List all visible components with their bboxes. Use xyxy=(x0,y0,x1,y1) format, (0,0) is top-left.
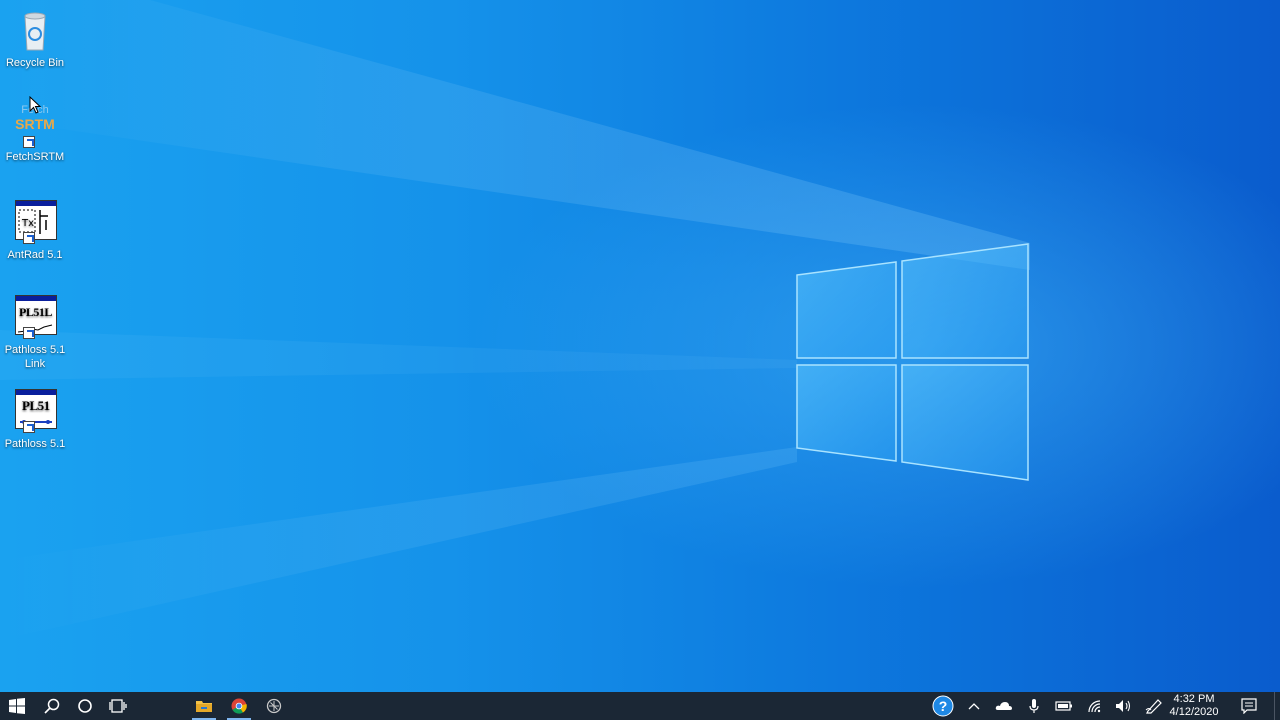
recycle-bin-label: Recycle Bin xyxy=(5,57,65,69)
desktop-icon-pathloss[interactable]: PL51 Pathloss 5.1 xyxy=(0,387,70,451)
windows-wallpaper xyxy=(0,0,1280,692)
shortcut-arrow-icon xyxy=(23,232,35,244)
pathloss-link-label: Pathloss 5.1 Link xyxy=(4,344,66,370)
chevron-up-icon[interactable] xyxy=(962,692,986,720)
svg-text:Tx: Tx xyxy=(21,218,34,229)
clock-time: 4:32 PM xyxy=(1173,693,1215,705)
pathloss-icon: PL51 xyxy=(11,387,59,435)
shortcut-arrow-icon xyxy=(23,136,35,148)
onedrive-icon[interactable] xyxy=(992,692,1016,720)
volume-icon[interactable] xyxy=(1112,692,1136,720)
desktop-background: Recycle Bin Fetch SRTM FetchSRTM Tx AntR… xyxy=(0,0,1280,692)
file-explorer-icon[interactable] xyxy=(188,692,220,720)
fetchsrtm-graphic-bottom: SRTM xyxy=(15,116,55,132)
clock-date: 4/12/2020 xyxy=(1169,706,1219,718)
pathloss-tile-text: PL51 xyxy=(22,398,50,413)
pathloss-link-icon: PL51L xyxy=(11,293,59,341)
windows-start-icon[interactable] xyxy=(0,692,34,720)
microphone-icon[interactable] xyxy=(1022,692,1046,720)
pathloss-link-tile-text: PL51L xyxy=(19,305,52,319)
desktop-icon-recycle-bin[interactable]: Recycle Bin xyxy=(0,6,70,70)
antrad-icon: Tx xyxy=(11,198,59,246)
cortana-icon[interactable] xyxy=(69,692,101,720)
shortcut-arrow-icon xyxy=(23,327,35,339)
antrad-label: AntRad 5.1 xyxy=(7,249,63,261)
desktop-icon-pathloss-link[interactable]: PL51L Pathloss 5.1 Link xyxy=(0,293,70,371)
search-icon[interactable] xyxy=(36,692,68,720)
action-center-icon[interactable] xyxy=(1236,692,1262,720)
pathloss-label: Pathloss 5.1 xyxy=(4,438,66,450)
recycle-bin-icon xyxy=(11,6,59,54)
svg-text:?: ? xyxy=(939,698,948,714)
help-icon[interactable]: ? xyxy=(930,692,956,720)
fetchsrtm-label: FetchSRTM xyxy=(5,151,65,163)
clock[interactable]: 4:32 PM 4/12/2020 xyxy=(1164,693,1224,719)
battery-icon[interactable] xyxy=(1052,692,1076,720)
mouse-cursor-icon xyxy=(29,96,42,114)
wifi-icon[interactable] xyxy=(1083,692,1107,720)
pen-icon[interactable] xyxy=(1142,692,1166,720)
app-icon[interactable] xyxy=(258,692,290,720)
shortcut-arrow-icon xyxy=(23,421,35,433)
desktop-icon-antrad[interactable]: Tx AntRad 5.1 xyxy=(0,198,70,262)
task-view-icon[interactable] xyxy=(102,692,134,720)
show-desktop-button[interactable] xyxy=(1274,692,1280,720)
chrome-icon[interactable] xyxy=(223,692,255,720)
taskbar: ? 4:32 PM 4/12/2020 xyxy=(0,692,1280,720)
